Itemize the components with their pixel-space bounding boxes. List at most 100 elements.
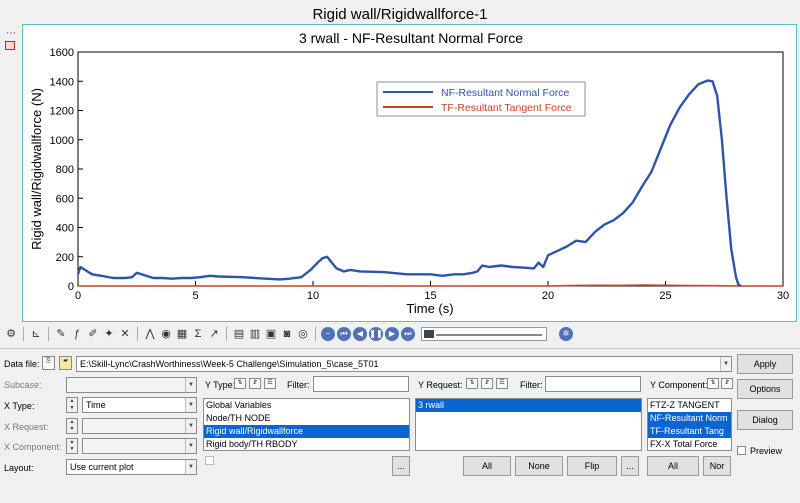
y-component-list[interactable]: FTZ-Z TANGENT NF-Resultant Norm TF-Resul… — [647, 398, 732, 451]
more-icon[interactable]: ⋯ — [6, 28, 17, 39]
open-file-icon[interactable]: ⎘ — [42, 356, 55, 370]
pen-icon[interactable]: ✐ — [86, 327, 100, 341]
step-back-icon[interactable]: ◀ — [353, 327, 367, 341]
y-type-list[interactable]: Global Variables Node/TH NODE Rigid wall… — [203, 398, 410, 451]
sort-asc-icon[interactable]: ⇅ — [234, 378, 246, 389]
sort-list-icon[interactable]: ☰ — [264, 378, 276, 389]
camera-icon[interactable]: ◙ — [280, 327, 294, 341]
slider-thumb[interactable] — [424, 330, 434, 338]
axis-icon[interactable]: ⊾ — [29, 327, 43, 341]
list-item[interactable]: Global Variables — [204, 399, 409, 412]
chevron-down-icon[interactable]: ▼ — [185, 460, 196, 474]
y-component-all-button[interactable]: All — [647, 456, 699, 476]
list-item[interactable]: 3 rwall — [416, 399, 641, 412]
y-tick-label: 200 — [56, 252, 74, 264]
page-icon[interactable] — [5, 41, 15, 50]
note-icon[interactable]: ▣ — [264, 327, 278, 341]
x-tick-label: 30 — [777, 290, 789, 302]
point-icon[interactable]: ✦ — [102, 327, 116, 341]
sort-desc-icon[interactable]: ⇵ — [481, 378, 493, 389]
sum-icon[interactable]: Σ — [191, 327, 205, 341]
list-item[interactable]: Rigid body/TH RBODY — [204, 438, 409, 450]
apply-button[interactable]: Apply — [737, 354, 793, 374]
layout-select[interactable]: Use current plot ▼ — [66, 459, 197, 475]
y-tick-label: 1400 — [50, 76, 74, 88]
step-forward-icon[interactable]: ▶ — [385, 327, 399, 341]
layout-label: Layout: — [4, 463, 34, 473]
settings-icon[interactable]: ◎ — [296, 327, 310, 341]
last-frame-icon[interactable]: ⏭ — [401, 327, 415, 341]
y-request-none-button[interactable]: None — [515, 456, 563, 476]
y-type-checkbox[interactable] — [205, 456, 214, 465]
chevron-down-icon[interactable]: ▼ — [185, 378, 196, 392]
x-component-spinner[interactable]: ▲ ▼ — [66, 438, 78, 454]
y-axis-label: Rigid wall/Rigidwallforce (N) — [29, 88, 44, 250]
chevron-down-icon[interactable]: ▼ — [185, 439, 196, 453]
x-type-spinner[interactable]: ▲ ▼ — [66, 397, 78, 413]
table-icon[interactable]: ▤ — [232, 327, 246, 341]
x-type-select[interactable]: Time ▼ — [82, 397, 197, 413]
sort-list-icon[interactable]: ☰ — [496, 378, 508, 389]
animation-settings-icon[interactable]: ✲ — [559, 327, 573, 341]
options-button[interactable]: Options — [737, 379, 793, 399]
plot-type-icon[interactable]: ⚙ — [4, 327, 18, 341]
subcase-select[interactable]: ▼ — [66, 377, 197, 393]
plot-area[interactable]: 3 rwall - NF-Resultant Normal Force 0 200… — [22, 24, 797, 322]
legend[interactable]: NF-Resultant Normal Force TF-Resultant T… — [376, 81, 586, 117]
series-line-tf[interactable] — [78, 284, 783, 287]
x-request-select[interactable]: ▼ — [82, 418, 197, 434]
x-request-spinner[interactable]: ▲ ▼ — [66, 418, 78, 434]
curve-edit-icon[interactable]: ✎ — [54, 327, 68, 341]
pause-icon[interactable]: ❚❚ — [369, 327, 383, 341]
chevron-down-icon[interactable]: ▼ — [720, 357, 731, 371]
y-tick-label: 1200 — [50, 106, 74, 118]
chevron-down-icon[interactable]: ▼ — [185, 419, 196, 433]
minus-icon[interactable]: − — [321, 327, 335, 341]
peak-icon[interactable]: ⋀ — [143, 327, 157, 341]
grid-icon[interactable]: ▥ — [248, 327, 262, 341]
dialog-button[interactable]: Dialog — [737, 410, 793, 430]
x-tick-label: 10 — [307, 290, 319, 302]
y-tick-label: 1600 — [50, 47, 74, 59]
list-item[interactable]: FX-X Total Force — [648, 438, 731, 450]
preview-checkbox[interactable] — [737, 446, 746, 455]
first-frame-icon[interactable]: ⏮ — [337, 327, 351, 341]
slope-icon[interactable]: ↗ — [207, 327, 221, 341]
x-axis-ticks: 0 5 10 15 20 25 30 — [75, 281, 789, 302]
x-tick-label: 5 — [192, 290, 198, 302]
color-wheel-icon[interactable]: ◉ — [159, 327, 173, 341]
y-type-more-button[interactable]: ... — [392, 456, 410, 476]
x-tick-label: 0 — [75, 290, 81, 302]
list-item[interactable]: Rigid wall/Rigidwallforce — [204, 425, 409, 438]
list-item[interactable]: Node/TH NODE — [204, 412, 409, 425]
y-request-all-button[interactable]: All — [463, 456, 511, 476]
y-request-label: Y Request: — [418, 380, 463, 390]
y-request-list[interactable]: 3 rwall — [415, 398, 642, 451]
y-request-more-button[interactable]: ... — [621, 456, 639, 476]
y-tick-label: 1000 — [50, 135, 74, 147]
sort-asc-icon[interactable]: ⇅ — [707, 378, 719, 389]
list-item[interactable]: NF-Resultant Norm — [648, 412, 731, 425]
y-request-filter-input[interactable] — [545, 376, 641, 392]
sort-desc-icon[interactable]: ⇵ — [249, 378, 261, 389]
x-component-select[interactable]: ▼ — [82, 438, 197, 454]
chevron-down-icon[interactable]: ▼ — [185, 398, 196, 412]
sort-asc-icon[interactable]: ⇅ — [466, 378, 478, 389]
pattern-icon[interactable]: ▦ — [175, 327, 189, 341]
x-axis-label: Time (s) — [406, 301, 453, 316]
y-component-label: Y Component: — [650, 380, 708, 390]
y-component-none-button[interactable]: Nor — [703, 456, 731, 476]
folder-icon[interactable]: ▰ — [59, 356, 72, 370]
animation-slider[interactable] — [421, 327, 547, 341]
data-file-input[interactable]: E:\Skill-Lync\CrashWorthiness\Week-5 Cha… — [76, 356, 732, 372]
y-type-filter-input[interactable] — [313, 376, 409, 392]
math-curve-icon[interactable]: ƒ — [70, 327, 84, 341]
y-tick-label: 800 — [56, 164, 74, 176]
y-request-flip-button[interactable]: Flip — [567, 456, 617, 476]
delete-curve-icon[interactable]: ✕ — [118, 327, 132, 341]
x-tick-label: 25 — [659, 290, 671, 302]
sort-desc-icon[interactable]: ⇵ — [721, 378, 733, 389]
list-item[interactable]: FTZ-Z TANGENT — [648, 399, 731, 412]
list-item[interactable]: TF-Resultant Tang — [648, 425, 731, 438]
y-request-filter-label: Filter: — [520, 380, 543, 390]
